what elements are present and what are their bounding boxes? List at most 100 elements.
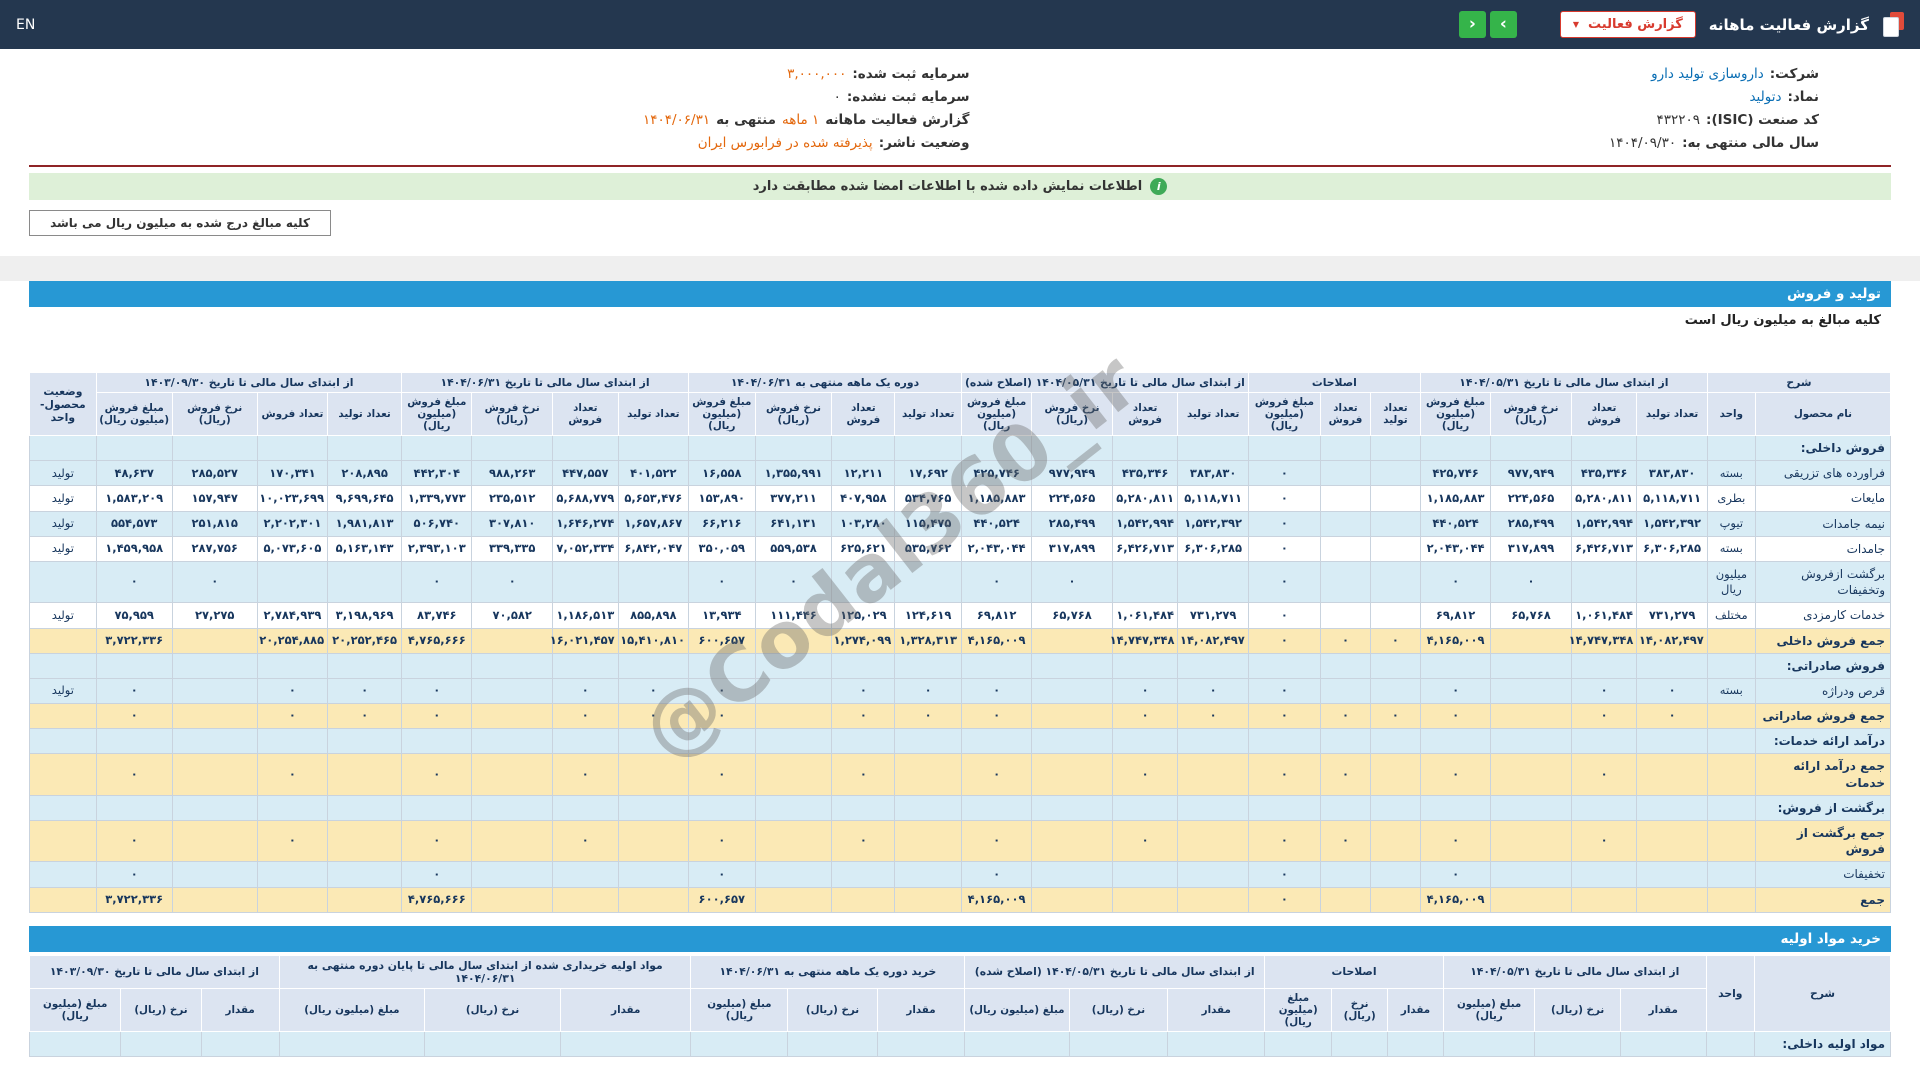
value-cell: ۲۸۵,۴۹۹	[1491, 511, 1572, 536]
value-cell	[1178, 754, 1248, 795]
column-header: واحد	[1707, 393, 1755, 436]
value-cell: ۲۷,۲۷۵	[172, 603, 257, 628]
value-cell: ۵,۶۸۸,۷۷۹	[552, 486, 618, 511]
value-cell	[1032, 704, 1113, 729]
value-cell: ۱۴,۷۴۷,۳۴۸	[1112, 628, 1178, 653]
empty-cell	[688, 795, 755, 820]
table-row: نیمه جامداتتیوپ۱,۵۴۲,۳۹۲۱,۵۴۲,۹۹۴۲۸۵,۴۹۹…	[30, 511, 1891, 536]
empty-cell	[1707, 729, 1755, 754]
empty-cell	[1620, 1031, 1706, 1056]
value-cell	[895, 821, 962, 862]
table-row: فروش صادراتی:	[30, 653, 1891, 678]
value-cell: ۱,۰۶۱,۴۸۴	[1571, 603, 1637, 628]
report-icon	[1882, 12, 1904, 37]
value-cell: ۰	[257, 704, 327, 729]
value-cell: ۰	[1420, 561, 1490, 602]
value-cell: ۰	[618, 704, 688, 729]
empty-cell	[472, 436, 553, 461]
value-cell: ۵,۶۵۳,۴۷۶	[618, 486, 688, 511]
value-cell: ۰	[1420, 704, 1490, 729]
value-cell: ۰	[1248, 862, 1320, 887]
issuer-status-value: پذیرفته شده در فرابورس ایران	[698, 132, 873, 155]
registered-capital-row: سرمایه ثبت شده: ۳,۰۰۰,۰۰۰	[29, 63, 969, 86]
empty-cell	[788, 1031, 877, 1056]
fiscal-year-row: سال مالی منتهی به: ۱۴۰۴/۰۹/۳۰	[1034, 132, 1819, 155]
next-report-button[interactable]: ›	[1490, 11, 1517, 38]
value-cell: ۴,۱۶۵,۰۰۹	[961, 628, 1031, 653]
status-cell	[30, 628, 97, 653]
value-cell	[895, 862, 962, 887]
value-cell	[832, 561, 895, 602]
value-cell: ۱,۲۷۴,۰۹۹	[832, 628, 895, 653]
value-cell: ۰	[688, 704, 755, 729]
value-cell	[1637, 561, 1707, 602]
info-column-right: شرکت: داروسازی تولید دارو نماد: دتولید ک…	[1034, 63, 1891, 155]
value-cell: ۲۸۷,۷۵۶	[172, 536, 257, 561]
value-cell: ۱۴,۰۸۲,۴۹۷	[1637, 628, 1707, 653]
empty-cell	[1388, 1031, 1444, 1056]
value-cell: ۴۳۵,۳۴۶	[1571, 461, 1637, 486]
column-header: مبلغ فروش (میلیون ریال)	[402, 393, 472, 436]
value-cell	[1571, 862, 1637, 887]
value-cell: ۶۲۵,۶۲۱	[832, 536, 895, 561]
value-cell	[1370, 754, 1420, 795]
value-cell: ۲۸۵,۵۲۷	[172, 461, 257, 486]
empty-cell	[832, 653, 895, 678]
column-header: شرح	[1755, 955, 1891, 1031]
page-title: گزارش فعالیت ماهانه	[1709, 16, 1869, 34]
value-cell: ۰	[832, 754, 895, 795]
product-name-cell: مایعات	[1755, 486, 1890, 511]
value-cell: ۶,۸۴۲,۰۴۷	[618, 536, 688, 561]
value-cell: ۹۸۸,۲۶۳	[472, 461, 553, 486]
value-cell: ۲,۰۴۳,۰۴۴	[1420, 536, 1490, 561]
value-cell: ۶۰۰,۶۵۷	[688, 628, 755, 653]
value-cell	[618, 561, 688, 602]
empty-cell	[688, 729, 755, 754]
value-cell	[1491, 887, 1572, 912]
empty-cell	[755, 729, 832, 754]
report-nav: › ‹	[1459, 11, 1517, 38]
value-cell	[618, 754, 688, 795]
empty-cell	[172, 653, 257, 678]
value-cell: ۲,۳۹۳,۱۰۳	[402, 536, 472, 561]
company-link[interactable]: داروسازی تولید دارو	[1651, 63, 1764, 86]
value-cell	[755, 862, 832, 887]
value-cell	[472, 754, 553, 795]
status-cell: تولید	[30, 511, 97, 536]
empty-cell	[1178, 729, 1248, 754]
value-cell: ۱,۹۸۱,۸۱۳	[328, 511, 402, 536]
value-cell	[1637, 821, 1707, 862]
column-header: تعداد تولید	[328, 393, 402, 436]
column-header: مبلغ (میلیون ریال)	[30, 988, 121, 1031]
value-cell: ۰	[1637, 704, 1707, 729]
empty-cell	[96, 795, 172, 820]
value-cell: ۱۰,۰۲۳,۶۹۹	[257, 486, 327, 511]
column-header: واحد	[1706, 955, 1754, 1031]
empty-cell	[1248, 653, 1320, 678]
value-cell: ۱۱۱,۴۴۶	[755, 603, 832, 628]
empty-cell	[561, 1031, 691, 1056]
empty-cell	[755, 653, 832, 678]
value-cell: ۶۹,۸۱۲	[961, 603, 1031, 628]
value-cell	[1491, 754, 1572, 795]
report-type-dropdown[interactable]: گزارش فعالیت ▼	[1560, 11, 1696, 38]
value-cell	[1320, 603, 1370, 628]
language-toggle[interactable]: EN	[16, 17, 35, 33]
value-cell: ۵,۱۱۸,۷۱۱	[1178, 486, 1248, 511]
column-header: مقدار	[877, 988, 965, 1031]
empty-cell	[1265, 1031, 1332, 1056]
value-cell: ۹,۶۹۹,۶۴۵	[328, 486, 402, 511]
prev-report-button[interactable]: ‹	[1459, 11, 1486, 38]
table-row: فراورده های تزریقیبسته۳۸۳,۸۳۰۴۳۵,۳۴۶۹۷۷,…	[30, 461, 1891, 486]
value-cell: ۱۳,۹۳۴	[688, 603, 755, 628]
company-row: شرکت: داروسازی تولید دارو	[1034, 63, 1819, 86]
value-cell	[1320, 887, 1370, 912]
section-label-cell: برگشت از فروش:	[1755, 795, 1890, 820]
value-cell	[1370, 862, 1420, 887]
column-header: تعداد فروش	[832, 393, 895, 436]
value-cell	[552, 862, 618, 887]
symbol-row: نماد: دتولید	[1034, 86, 1819, 109]
symbol-link[interactable]: دتولید	[1749, 86, 1781, 109]
section-label-cell: فروش صادراتی:	[1755, 653, 1890, 678]
value-cell: ۳۳۹,۳۳۵	[472, 536, 553, 561]
